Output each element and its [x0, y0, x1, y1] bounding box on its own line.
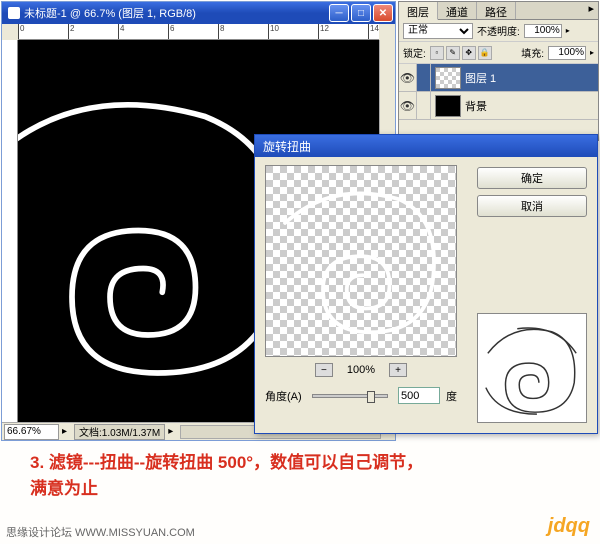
lock-label: 锁定: — [403, 45, 426, 60]
tab-paths[interactable]: 路径 — [477, 2, 516, 19]
document-icon — [8, 7, 20, 19]
ruler-vertical — [2, 40, 18, 422]
layer-item[interactable]: 👁 图层 1 — [399, 64, 598, 92]
layers-panel: 图层 通道 路径 ▸ 正常 不透明度: ▸ 锁定: ▫ ✎ ✥ 🔒 填充: ▸ … — [398, 1, 599, 141]
lock-position-icon[interactable]: ✥ — [462, 46, 476, 60]
maximize-button[interactable]: □ — [351, 4, 371, 22]
visibility-icon[interactable]: 👁 — [399, 92, 417, 119]
close-button[interactable]: ✕ — [373, 4, 393, 22]
layer-name: 背景 — [465, 98, 487, 114]
filesize-display: 文档:1.03M/1.37M — [74, 424, 165, 440]
dropdown-icon[interactable]: ▸ — [590, 48, 594, 57]
visibility-icon[interactable]: 👁 — [399, 64, 417, 91]
panel-menu-icon[interactable]: ▸ — [584, 2, 598, 19]
lock-all-icon[interactable]: 🔒 — [478, 46, 492, 60]
tab-channels[interactable]: 通道 — [438, 2, 477, 19]
ruler-horizontal: 0 2 4 6 8 10 12 14 — [18, 24, 379, 40]
angle-slider[interactable] — [312, 394, 388, 398]
ok-button[interactable]: 确定 — [477, 167, 587, 189]
zoom-percent: 100% — [347, 364, 375, 376]
zoom-out-button[interactable]: − — [315, 363, 333, 377]
twirl-dialog: 旋转扭曲 − 100% + 角度(A) 度 确定 取消 — [254, 134, 598, 434]
layer-list: 👁 图层 1 👁 背景 — [399, 64, 598, 120]
dialog-title[interactable]: 旋转扭曲 — [255, 135, 597, 157]
document-titlebar[interactable]: 未标题-1 @ 66.7% (图层 1, RGB/8) ─ □ ✕ — [2, 2, 395, 24]
document-title: 未标题-1 @ 66.7% (图层 1, RGB/8) — [24, 5, 329, 21]
result-thumbnail — [477, 313, 587, 423]
minimize-button[interactable]: ─ — [329, 4, 349, 22]
slider-thumb[interactable] — [367, 391, 375, 403]
layer-name: 图层 1 — [465, 70, 496, 86]
layer-thumbnail[interactable] — [435, 95, 461, 117]
angle-unit: 度 — [446, 388, 457, 404]
zoom-input[interactable] — [4, 424, 59, 440]
angle-label: 角度(A) — [265, 388, 302, 404]
brand-watermark: jdqq — [548, 515, 590, 538]
blend-mode-select[interactable]: 正常 — [403, 23, 473, 39]
opacity-label: 不透明度: — [477, 23, 520, 38]
result-spiral — [478, 314, 586, 422]
tab-layers[interactable]: 图层 — [399, 2, 438, 20]
cancel-button[interactable]: 取消 — [477, 195, 587, 217]
opacity-input[interactable] — [524, 24, 562, 38]
preview-spiral — [266, 166, 456, 356]
lock-transparency-icon[interactable]: ▫ — [430, 46, 444, 60]
filter-preview[interactable] — [265, 165, 457, 357]
lock-pixels-icon[interactable]: ✎ — [446, 46, 460, 60]
fill-input[interactable] — [548, 46, 586, 60]
angle-input[interactable] — [398, 387, 440, 404]
nav-arrow-icon[interactable]: ▸ — [165, 426, 176, 437]
panel-tabs: 图层 通道 路径 ▸ — [399, 2, 598, 20]
fill-label: 填充: — [521, 45, 544, 60]
zoom-in-button[interactable]: + — [389, 363, 407, 377]
attribution: 思缘设计论坛 WWW.MISSYUAN.COM — [6, 524, 195, 540]
layer-thumbnail[interactable] — [435, 67, 461, 89]
instruction-caption: 3. 滤镜---扭曲--旋转扭曲 500°，数值可以自己调节， 满意为止 — [30, 450, 580, 501]
dropdown-icon[interactable]: ▸ — [566, 26, 570, 35]
layer-item[interactable]: 👁 背景 — [399, 92, 598, 120]
nav-arrow-icon[interactable]: ▸ — [59, 426, 70, 437]
